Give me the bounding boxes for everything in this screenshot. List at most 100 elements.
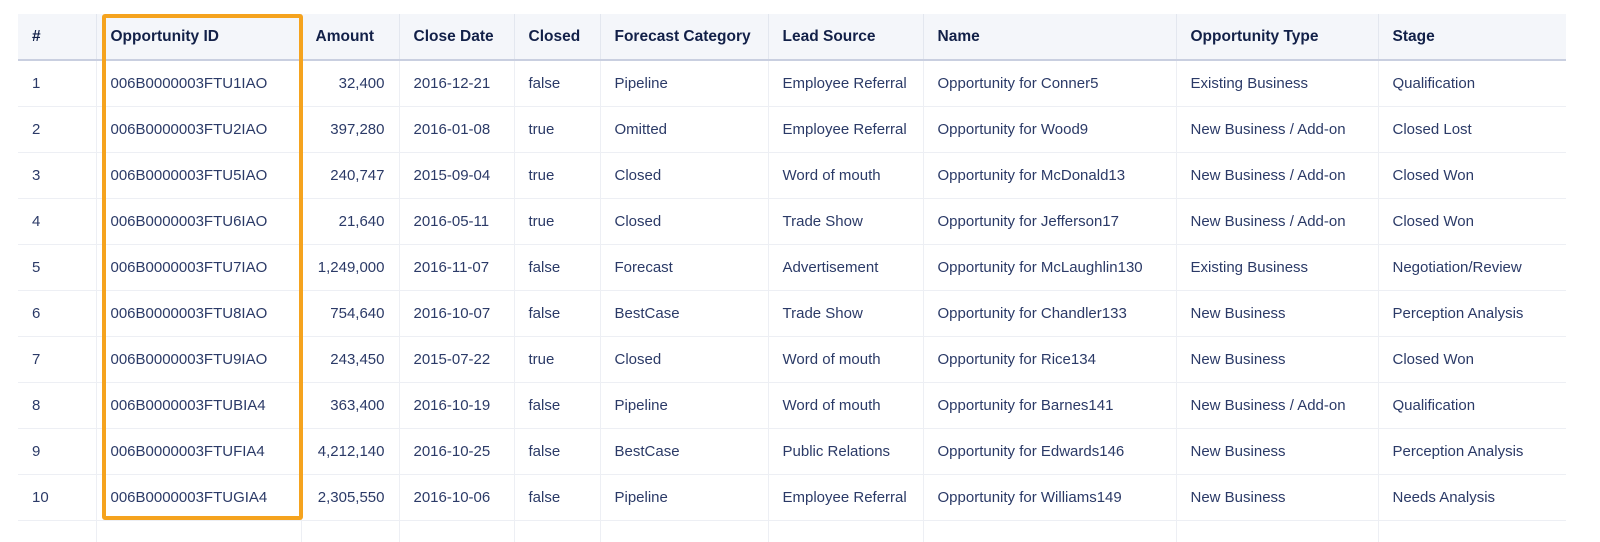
cell-num: 6 — [18, 290, 97, 337]
cell-forecast: BestCase — [600, 428, 769, 475]
cell-stage: Closed Won — [1378, 336, 1566, 383]
cell-lead — [768, 520, 924, 542]
cell-lead: Word of mouth — [768, 336, 924, 383]
cell-num: 3 — [18, 152, 97, 199]
cell-lead: Employee Referral — [768, 474, 924, 521]
cell-type: New Business — [1176, 290, 1379, 337]
cell-close: 2016-11-07 — [399, 244, 515, 291]
cell-close: 2016-05-11 — [399, 198, 515, 245]
cell-type: Existing Business — [1176, 244, 1379, 291]
column-header-num[interactable]: # — [18, 14, 97, 61]
cell-close: 2016-10-25 — [399, 428, 515, 475]
cell-num: 4 — [18, 198, 97, 245]
cell-num: 2 — [18, 106, 97, 153]
cell-oppid: 006B0000003FTU9IAO — [96, 336, 302, 383]
table-row[interactable]: 2 006B0000003FTU2IAO 397,280 2016-01-08 true… — [18, 106, 1566, 153]
cell-num: 7 — [18, 336, 97, 383]
cell-lead: Advertisement — [768, 244, 924, 291]
cell-forecast: BestCase — [600, 290, 769, 337]
table-body: 1 006B0000003FTU1IAO 32,400 2016-12-21 false… — [18, 60, 1566, 542]
column-header-amount[interactable]: Amount — [301, 14, 400, 61]
cell-type: New Business / Add-on — [1176, 198, 1379, 245]
cell-lead: Trade Show — [768, 198, 924, 245]
cell-amount: 754,640 — [301, 290, 400, 337]
cell-forecast: Pipeline — [600, 382, 769, 429]
cell-closed: false — [514, 474, 601, 521]
table-row[interactable]: 9 006B0000003FTUFIA4 4,212,140 2016-10-25 fa… — [18, 428, 1566, 475]
column-header-lead[interactable]: Lead Source — [768, 14, 924, 61]
column-header-forecast[interactable]: Forecast Category — [600, 14, 769, 61]
table-row[interactable]: 3 006B0000003FTU5IAO 240,747 2015-09-04 true… — [18, 152, 1566, 199]
cell-name: Opportunity for Wood9 — [923, 106, 1177, 153]
cell-amount: 1,249,000 — [301, 244, 400, 291]
cell-type: New Business / Add-on — [1176, 152, 1379, 199]
table-row[interactable]: 1 006B0000003FTU1IAO 32,400 2016-12-21 false… — [18, 60, 1566, 107]
column-header-name[interactable]: Name — [923, 14, 1177, 61]
cell-forecast: Forecast — [600, 244, 769, 291]
cell-stage: Negotiation/Review — [1378, 244, 1566, 291]
cell-num: 5 — [18, 244, 97, 291]
table-row[interactable] — [18, 520, 1566, 542]
table-row[interactable]: 5 006B0000003FTU7IAO 1,249,000 2016-11-07 fa… — [18, 244, 1566, 291]
cell-stage: Closed Lost — [1378, 106, 1566, 153]
table-container: # Opportunity ID Amount Close Date Close… — [18, 14, 1566, 542]
cell-lead: Employee Referral — [768, 106, 924, 153]
cell-close: 2016-10-19 — [399, 382, 515, 429]
cell-close: 2015-07-22 — [399, 336, 515, 383]
cell-closed — [514, 520, 601, 542]
cell-name: Opportunity for McDonald13 — [923, 152, 1177, 199]
cell-num: 8 — [18, 382, 97, 429]
cell-closed: false — [514, 290, 601, 337]
cell-name: Opportunity for McLaughlin130 — [923, 244, 1177, 291]
cell-close — [399, 520, 515, 542]
cell-amount: 240,747 — [301, 152, 400, 199]
table-row[interactable]: 7 006B0000003FTU9IAO 243,450 2015-07-22 true… — [18, 336, 1566, 383]
column-header-oppid[interactable]: Opportunity ID — [96, 14, 302, 61]
table-row[interactable]: 10 006B0000003FTUGIA4 2,305,550 2016-10-06 f… — [18, 474, 1566, 521]
cell-name: Opportunity for Conner5 — [923, 60, 1177, 107]
cell-type: New Business / Add-on — [1176, 382, 1379, 429]
cell-oppid: 006B0000003FTUFIA4 — [96, 428, 302, 475]
cell-type: New Business / Add-on — [1176, 106, 1379, 153]
cell-name: Opportunity for Edwards146 — [923, 428, 1177, 475]
table-row[interactable]: 6 006B0000003FTU8IAO 754,640 2016-10-07 fals… — [18, 290, 1566, 337]
cell-stage: Closed Won — [1378, 198, 1566, 245]
cell-name: Opportunity for Barnes141 — [923, 382, 1177, 429]
table-row[interactable]: 8 006B0000003FTUBIA4 363,400 2016-10-19 fals… — [18, 382, 1566, 429]
cell-closed: false — [514, 244, 601, 291]
cell-num — [18, 520, 97, 542]
cell-num: 9 — [18, 428, 97, 475]
cell-oppid: 006B0000003FTU1IAO — [96, 60, 302, 107]
cell-type: New Business — [1176, 336, 1379, 383]
cell-oppid: 006B0000003FTUGIA4 — [96, 474, 302, 521]
table-header: # Opportunity ID Amount Close Date Close… — [18, 14, 1566, 61]
cell-oppid: 006B0000003FTU2IAO — [96, 106, 302, 153]
cell-close: 2016-10-07 — [399, 290, 515, 337]
cell-closed: true — [514, 198, 601, 245]
cell-close: 2016-01-08 — [399, 106, 515, 153]
cell-lead: Word of mouth — [768, 152, 924, 199]
cell-type: Existing Business — [1176, 60, 1379, 107]
cell-stage: Needs Analysis — [1378, 474, 1566, 521]
page-container: # Opportunity ID Amount Close Date Close… — [0, 0, 1600, 542]
cell-num: 10 — [18, 474, 97, 521]
cell-lead: Word of mouth — [768, 382, 924, 429]
cell-forecast: Closed — [600, 152, 769, 199]
cell-type: New Business — [1176, 474, 1379, 521]
column-header-type[interactable]: Opportunity Type — [1176, 14, 1379, 61]
cell-closed: true — [514, 106, 601, 153]
cell-name: Opportunity for Rice134 — [923, 336, 1177, 383]
cell-oppid: 006B0000003FTU5IAO — [96, 152, 302, 199]
column-header-stage[interactable]: Stage — [1378, 14, 1566, 61]
cell-type — [1176, 520, 1379, 542]
cell-closed: true — [514, 152, 601, 199]
cell-amount: 243,450 — [301, 336, 400, 383]
table-row[interactable]: 4 006B0000003FTU6IAO 21,640 2016-05-11 true C… — [18, 198, 1566, 245]
cell-amount: 2,305,550 — [301, 474, 400, 521]
cell-name: Opportunity for Chandler133 — [923, 290, 1177, 337]
column-header-closed[interactable]: Closed — [514, 14, 601, 61]
column-header-close[interactable]: Close Date — [399, 14, 515, 61]
cell-forecast — [600, 520, 769, 542]
header-row: # Opportunity ID Amount Close Date Close… — [18, 14, 1566, 61]
cell-amount: 21,640 — [301, 198, 400, 245]
